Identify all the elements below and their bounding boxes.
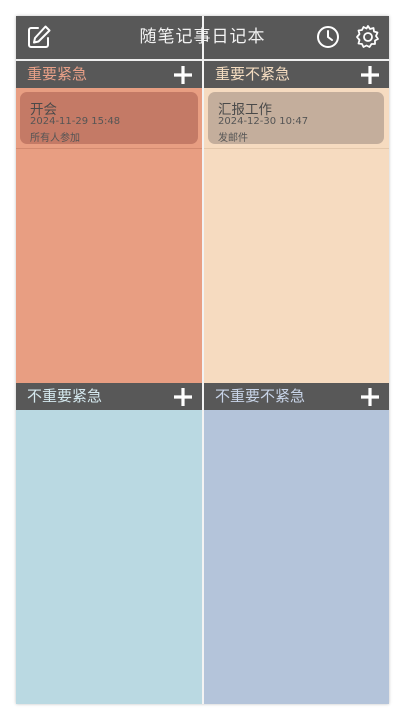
clock-icon[interactable] — [315, 24, 341, 50]
item-title: 开会 — [30, 102, 57, 118]
quadrant-label: 重要紧急 — [27, 65, 88, 83]
quadrant-body-urgent-not-important[interactable] — [16, 410, 202, 704]
plus-icon[interactable] — [359, 386, 381, 408]
item-note: 所有人参加 — [30, 133, 80, 144]
row-divider — [16, 148, 202, 149]
list-item[interactable]: 开会 2024-11-29 15:48 所有人参加 — [20, 92, 198, 144]
item-time: 2024-11-29 15:48 — [30, 116, 121, 127]
quadrant-label: 重要不紧急 — [215, 65, 291, 83]
quadrant-header-important-not-urgent: 重要不紧急 — [204, 61, 389, 88]
quadrant-body-important-not-urgent[interactable]: 汇报工作 2024-12-30 10:47 发邮件 — [204, 88, 389, 383]
item-title: 汇报工作 — [218, 102, 272, 118]
list-item[interactable]: 汇报工作 2024-12-30 10:47 发邮件 — [208, 92, 384, 144]
quadrant-header-urgent-not-important: 不重要紧急 — [16, 383, 202, 410]
item-note: 发邮件 — [218, 133, 248, 144]
quadrant-header-urgent-important: 重要紧急 — [16, 61, 202, 88]
quadrant-header-not-urgent-not-important: 不重要不紧急 — [204, 383, 389, 410]
vertical-divider — [202, 16, 204, 704]
app-screen: 随笔记事日记本 重要紧急 重要不紧急 开会 20 — [16, 16, 389, 704]
quadrant-body-urgent-important[interactable]: 开会 2024-11-29 15:48 所有人参加 — [16, 88, 202, 383]
plus-icon[interactable] — [172, 386, 194, 408]
plus-icon[interactable] — [172, 64, 194, 86]
quadrant-body-not-urgent-not-important[interactable] — [204, 410, 389, 704]
quadrant-label: 不重要不紧急 — [215, 387, 306, 405]
plus-icon[interactable] — [359, 64, 381, 86]
gear-icon[interactable] — [355, 24, 381, 50]
row-divider — [204, 148, 389, 149]
quadrant-label: 不重要紧急 — [27, 387, 103, 405]
item-time: 2024-12-30 10:47 — [218, 116, 309, 127]
